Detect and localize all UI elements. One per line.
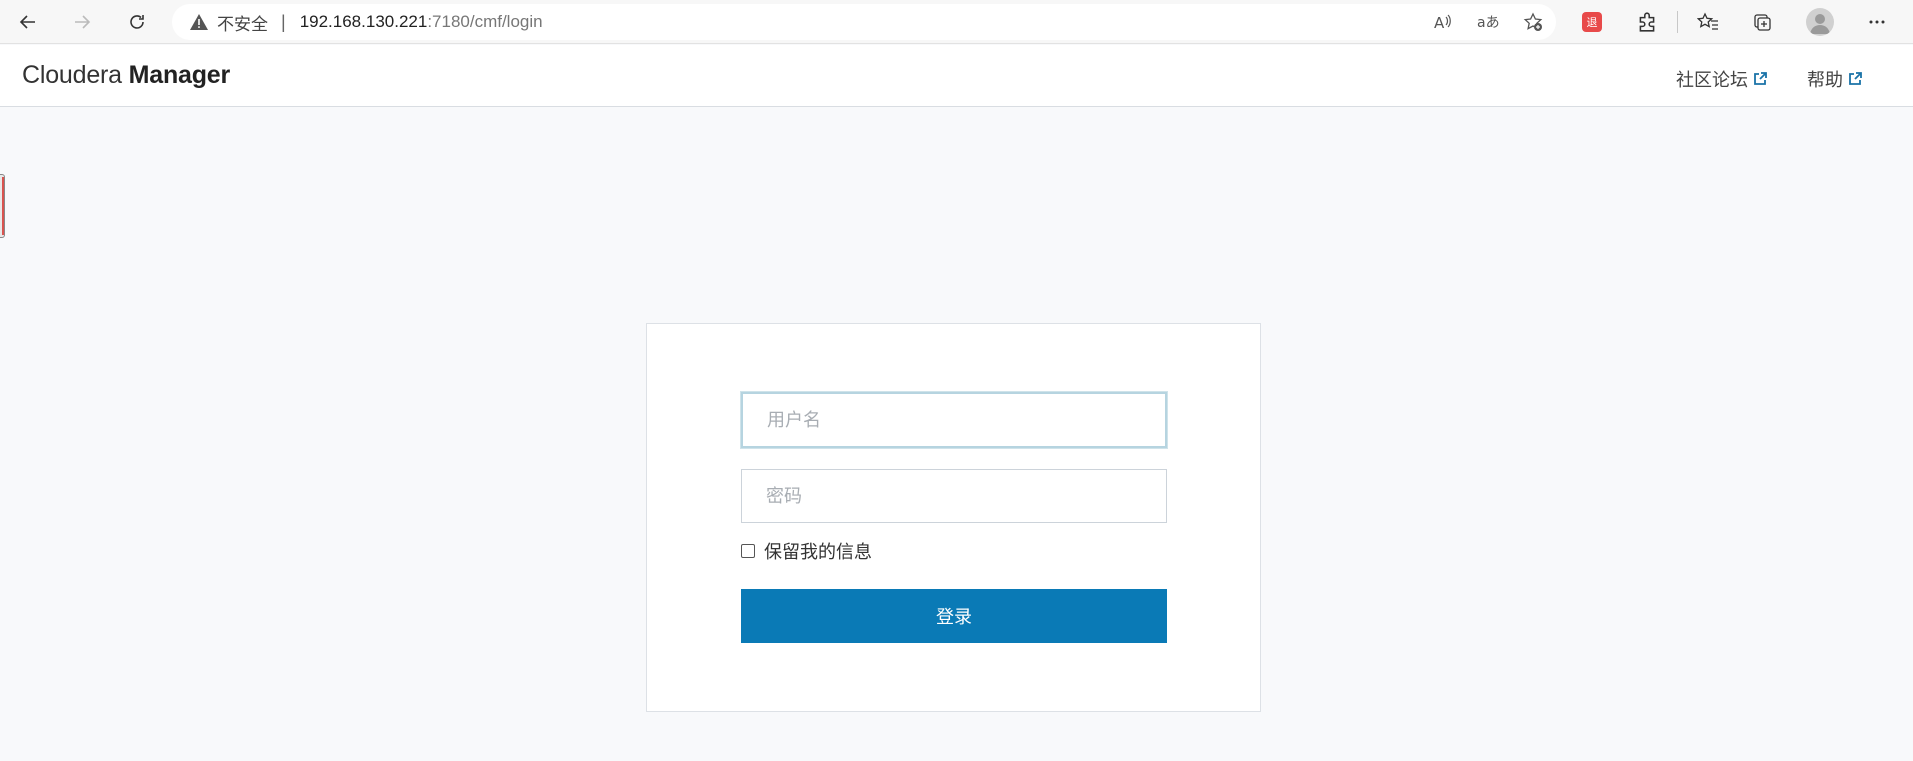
favorites-button[interactable] [1691, 7, 1725, 37]
login-form: 保留我的信息 登录 [646, 323, 1261, 712]
puzzle-extensions-icon [1639, 12, 1655, 32]
remember-me-checkbox[interactable] [741, 544, 755, 558]
community-forum-link[interactable]: 社区论坛 [1676, 66, 1768, 92]
brand-name-light: Cloudera [22, 61, 122, 89]
toolbar-divider [1677, 11, 1678, 33]
help-label: 帮助 [1807, 70, 1843, 90]
app-header: Cloudera Manager 社区论坛 帮助 [0, 45, 1913, 107]
profile-button[interactable] [1803, 7, 1837, 37]
favorites-icon [1697, 12, 1718, 30]
brand-logo[interactable]: Cloudera Manager [22, 61, 230, 90]
community-forum-label: 社区论坛 [1676, 70, 1748, 90]
brand-name-bold: Manager [128, 61, 231, 89]
login-button[interactable]: 登录 [741, 589, 1167, 643]
help-link[interactable]: 帮助 [1807, 66, 1863, 92]
username-input[interactable] [741, 392, 1167, 448]
extensions-button[interactable] [1630, 7, 1664, 37]
collections-icon [1754, 14, 1771, 31]
collections-button[interactable] [1745, 7, 1779, 37]
read-aloud-icon[interactable]: A [1428, 4, 1458, 40]
profile-avatar-icon [1806, 8, 1834, 36]
reload-icon [130, 15, 144, 29]
security-label[interactable]: 不安全 [217, 10, 268, 35]
address-separator: | [281, 11, 286, 32]
warning-triangle-icon[interactable] [189, 12, 209, 32]
address-bar[interactable]: 不安全 | 192.168.130.221 :7180/cmf/login A … [172, 4, 1556, 40]
extension-icon: 退 [1582, 12, 1602, 32]
external-link-icon [1849, 72, 1862, 85]
password-input[interactable] [741, 469, 1167, 523]
extension-button[interactable]: 退 [1575, 7, 1609, 37]
remember-me-label[interactable]: 保留我的信息 [764, 538, 872, 564]
svg-text:A: A [1434, 14, 1445, 32]
browser-toolbar: 不安全 | 192.168.130.221 :7180/cmf/login A … [0, 0, 1913, 44]
url-path[interactable]: :7180/cmf/login [427, 12, 542, 32]
more-menu-icon [1869, 20, 1885, 24]
forward-button[interactable] [67, 7, 97, 37]
external-link-icon [1754, 72, 1767, 85]
svg-text:aあ: aあ [1477, 15, 1499, 31]
back-arrow-icon [19, 15, 35, 29]
side-panel-tab[interactable] [0, 174, 5, 238]
back-button[interactable] [13, 7, 43, 37]
remember-me-option[interactable]: 保留我的信息 [741, 538, 872, 564]
more-menu-button[interactable] [1860, 7, 1894, 37]
translate-icon[interactable]: aあ [1473, 4, 1503, 40]
add-favorite-icon[interactable] [1518, 4, 1548, 40]
forward-arrow-icon [75, 15, 91, 29]
url-host[interactable]: 192.168.130.221 [300, 12, 428, 32]
reload-button[interactable] [122, 7, 152, 37]
